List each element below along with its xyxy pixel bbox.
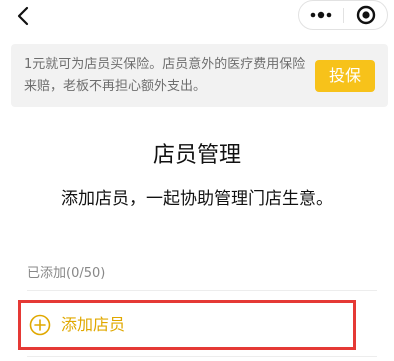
insurance-banner-text: 1元就可为店员买保险。店员意外的医疗费用保险来赔，老板不再担心额外支出。 xyxy=(24,57,306,94)
target-close-icon xyxy=(356,5,376,25)
more-button[interactable] xyxy=(299,1,343,29)
navigation-bar xyxy=(0,0,394,32)
mini-program-capsule xyxy=(298,0,388,30)
chevron-left-icon xyxy=(17,6,29,26)
more-dots-icon xyxy=(310,11,332,19)
insure-button[interactable]: 投保 xyxy=(315,60,375,92)
plus-circle-icon xyxy=(29,314,51,336)
add-staff-label: 添加店员 xyxy=(61,315,126,334)
add-staff-button[interactable]: 添加店员 xyxy=(18,300,356,350)
back-button[interactable] xyxy=(14,4,36,28)
section-divider xyxy=(27,290,377,291)
added-count-label: 已添加(0/50) xyxy=(27,266,106,281)
page-title: 店员管理 xyxy=(152,143,241,168)
bottom-divider xyxy=(27,356,377,357)
insurance-banner: 1元就可为店员买保险。店员意外的医疗费用保险来赔，老板不再担心额外支出。 投保 xyxy=(11,44,388,107)
page-subtitle: 添加店员，一起协助管理门店生意。 xyxy=(61,189,333,209)
close-button[interactable] xyxy=(344,1,388,29)
